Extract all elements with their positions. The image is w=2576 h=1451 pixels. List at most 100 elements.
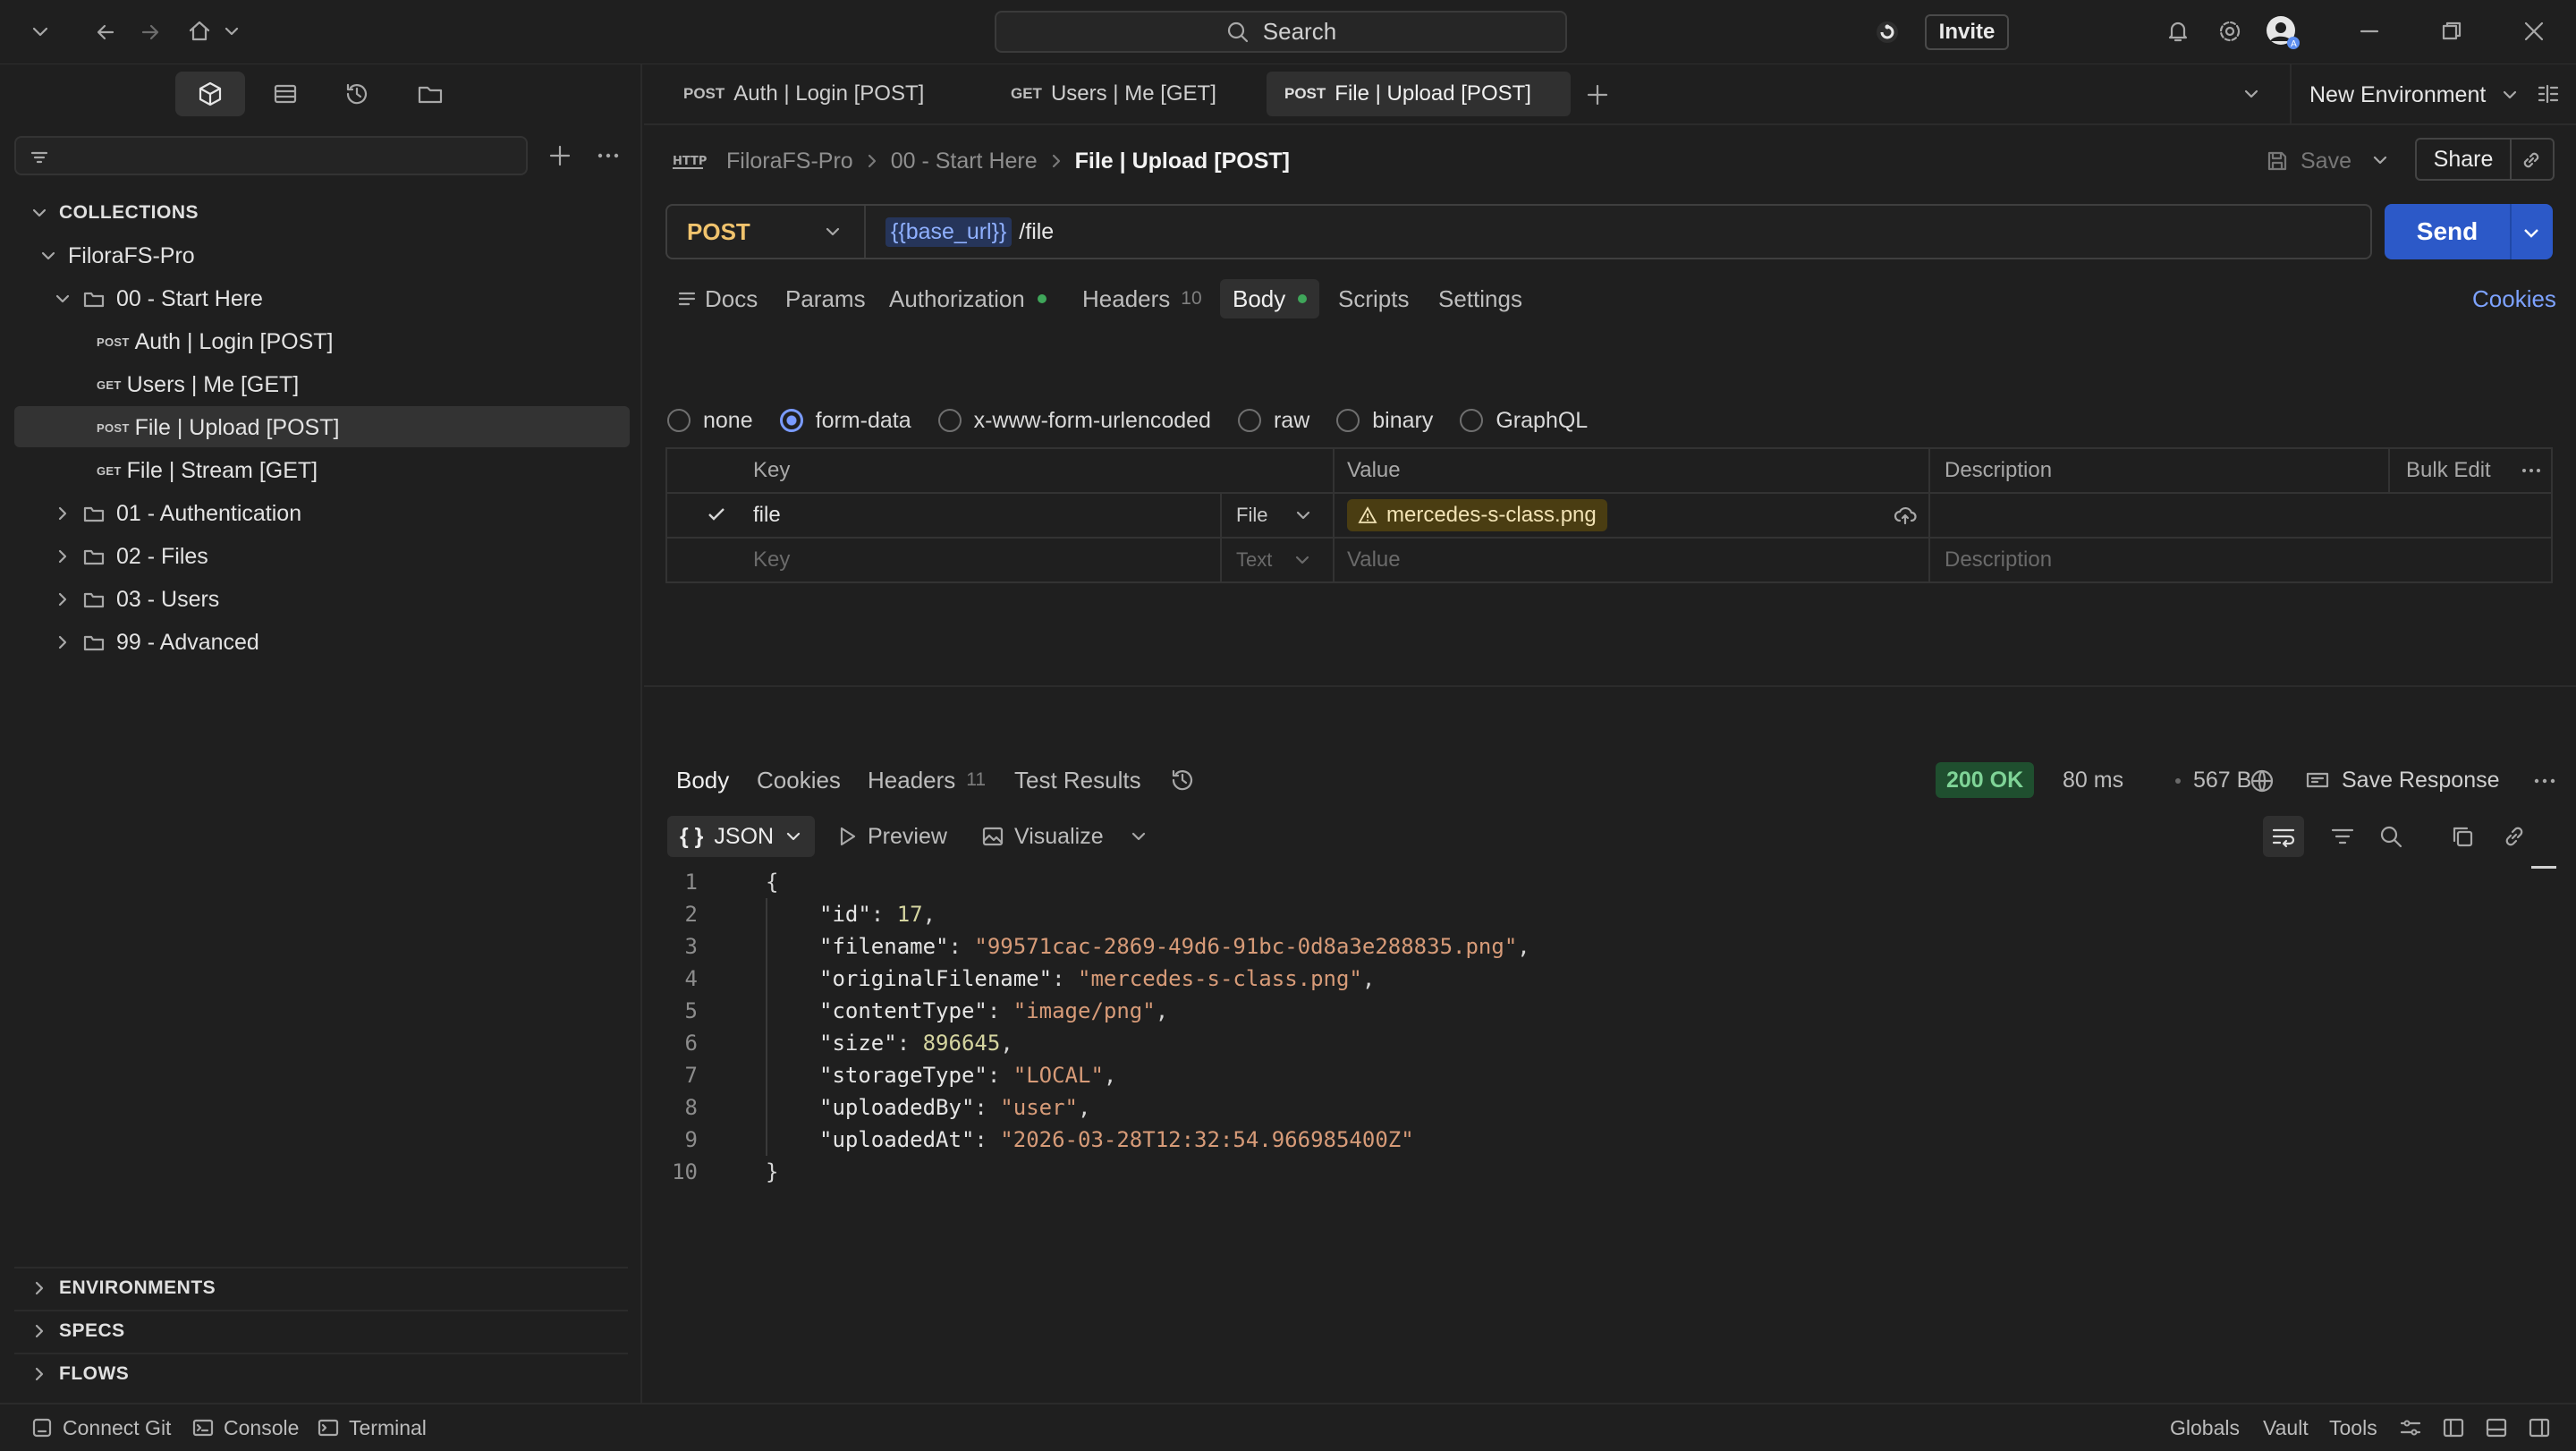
radio-graphql[interactable]: GraphQL: [1460, 408, 1588, 434]
folder-item-files[interactable]: 02 - Files: [54, 537, 208, 576]
folder-item-advanced[interactable]: 99 - Advanced: [54, 623, 259, 662]
bulk-edit-button[interactable]: Bulk Edit: [2406, 454, 2491, 487]
response-code-view[interactable]: 1 2 3 4 5 6 7 8 9 10 { "id": 17, "filena…: [644, 866, 2522, 1197]
folder-item-start-here[interactable]: 00 - Start Here: [54, 279, 263, 318]
radio-binary[interactable]: binary: [1336, 408, 1433, 434]
collections-header[interactable]: COLLECTIONS: [30, 193, 199, 233]
apis-tab[interactable]: [250, 72, 320, 116]
file-chip[interactable]: mercedes-s-class.png: [1347, 499, 1607, 531]
sync-icon[interactable]: [1873, 18, 1902, 47]
new-value-input[interactable]: Value: [1347, 544, 1401, 576]
tabs-overflow-icon[interactable]: [2241, 84, 2261, 104]
send-options-icon[interactable]: [2521, 222, 2542, 243]
more-icon[interactable]: [594, 141, 623, 170]
tab-docs[interactable]: Docs: [676, 279, 758, 318]
breadcrumb-folder[interactable]: 00 - Start Here: [891, 148, 1038, 174]
search-input[interactable]: Search: [995, 11, 1567, 53]
environment-select[interactable]: New Environment: [2309, 75, 2520, 115]
tools-button[interactable]: Tools: [2329, 1404, 2377, 1451]
wrap-lines-button[interactable]: [2263, 816, 2304, 857]
gear-icon[interactable]: [2216, 18, 2243, 45]
link-icon[interactable]: [2501, 823, 2528, 850]
method-select[interactable]: POST: [667, 206, 866, 258]
upload-cloud-icon[interactable]: [1893, 503, 1918, 528]
terminal-button[interactable]: Terminal: [317, 1404, 427, 1451]
connect-git-button[interactable]: Connect Git: [30, 1404, 171, 1451]
home-icon[interactable]: [186, 18, 213, 45]
invite-button[interactable]: Invite: [1925, 14, 2009, 50]
response-size[interactable]: 567 B: [2193, 762, 2251, 798]
collection-item[interactable]: FiloraFS-Pro: [39, 236, 195, 276]
radio-raw[interactable]: raw: [1237, 408, 1309, 434]
bell-icon[interactable]: [2165, 18, 2191, 45]
save-button[interactable]: Save: [2265, 143, 2351, 179]
response-tab-cookies[interactable]: Cookies: [757, 760, 841, 800]
specs-header[interactable]: SPECS: [30, 1311, 125, 1351]
layout-bottom-icon[interactable]: [2485, 1416, 2508, 1439]
console-button[interactable]: Console: [191, 1404, 299, 1451]
tab-params[interactable]: Params: [785, 279, 866, 318]
radio-form-data[interactable]: form-data: [779, 408, 911, 434]
save-response-button[interactable]: Save Response: [2304, 762, 2500, 798]
tab-authorization[interactable]: Authorization: [889, 279, 1046, 318]
new-tab-icon[interactable]: [1583, 81, 1612, 109]
collections-tab[interactable]: [175, 72, 245, 116]
add-icon[interactable]: [546, 141, 574, 170]
row-checkbox-checked[interactable]: [705, 503, 728, 526]
flows-header[interactable]: FLOWS: [30, 1354, 129, 1394]
radio-none[interactable]: none: [667, 408, 753, 434]
globals-button[interactable]: Globals: [2170, 1404, 2240, 1451]
link-icon[interactable]: [2519, 148, 2544, 173]
restore-icon[interactable]: [2440, 20, 2463, 43]
status-badge[interactable]: 200 OK: [1936, 762, 2035, 798]
layout-right-icon[interactable]: [2528, 1416, 2551, 1439]
tab-file-upload[interactable]: POST File | Upload [POST]: [1267, 72, 1571, 116]
layout-sidebar-icon[interactable]: [2442, 1416, 2465, 1439]
request-item-file-upload[interactable]: POST File | Upload [POST]: [97, 408, 339, 447]
tab-auth-login[interactable]: POST Auth | Login [POST]: [665, 72, 942, 116]
tab-settings[interactable]: Settings: [1438, 279, 1522, 318]
settings-sliders-icon[interactable]: [2399, 1416, 2422, 1439]
filter-icon[interactable]: [2329, 823, 2356, 850]
search-icon[interactable]: [2377, 823, 2404, 850]
sidebar-filter-input[interactable]: [14, 136, 528, 175]
row-key[interactable]: file: [753, 499, 781, 531]
tab-body[interactable]: Body: [1220, 279, 1320, 318]
new-type-select[interactable]: Text: [1236, 544, 1311, 576]
globe-icon[interactable]: [2249, 768, 2275, 794]
history-icon[interactable]: [1168, 766, 1197, 794]
cookies-link[interactable]: Cookies: [2472, 279, 2556, 318]
minimize-icon[interactable]: [2358, 20, 2381, 43]
table-more-icon[interactable]: [2519, 458, 2544, 483]
avatar[interactable]: A: [2265, 14, 2301, 50]
new-description-input[interactable]: Description: [1945, 544, 2052, 576]
preview-button[interactable]: Preview: [835, 816, 947, 857]
copy-icon[interactable]: [2449, 823, 2476, 850]
save-menu-icon[interactable]: [2370, 150, 2390, 170]
vault-button[interactable]: Vault: [2263, 1404, 2309, 1451]
response-tab-test-results[interactable]: Test Results: [1014, 760, 1141, 800]
url-input[interactable]: {{base_url}} /file: [886, 206, 1054, 258]
chevron-down-icon[interactable]: [29, 20, 52, 43]
history-tab[interactable]: [322, 72, 392, 116]
format-select[interactable]: { } JSON: [667, 816, 816, 857]
new-key-input[interactable]: Key: [753, 544, 790, 576]
scroll-indicator[interactable]: [2531, 866, 2556, 869]
share-button[interactable]: Share: [2417, 140, 2510, 179]
home-chevron-icon[interactable]: [222, 21, 242, 41]
files-tab[interactable]: [395, 72, 465, 116]
forward-arrow-icon[interactable]: [138, 20, 163, 45]
visualize-menu-icon[interactable]: [1129, 827, 1148, 846]
request-item-file-stream[interactable]: GET File | Stream [GET]: [97, 451, 318, 490]
response-more-icon[interactable]: [2531, 768, 2558, 794]
visualize-button[interactable]: Visualize: [980, 816, 1104, 857]
breadcrumb-collection[interactable]: FiloraFS-Pro: [726, 148, 853, 174]
pane-divider[interactable]: [644, 685, 2576, 687]
send-button[interactable]: Send: [2385, 204, 2510, 259]
row-type-select[interactable]: File: [1236, 499, 1312, 531]
environments-header[interactable]: ENVIRONMENTS: [30, 1269, 216, 1308]
response-tab-headers[interactable]: Headers 11: [868, 760, 986, 800]
request-item-users-me[interactable]: GET Users | Me [GET]: [97, 365, 299, 404]
response-time[interactable]: 80 ms: [2063, 762, 2123, 798]
request-item-auth-login[interactable]: POST Auth | Login [POST]: [97, 322, 334, 361]
